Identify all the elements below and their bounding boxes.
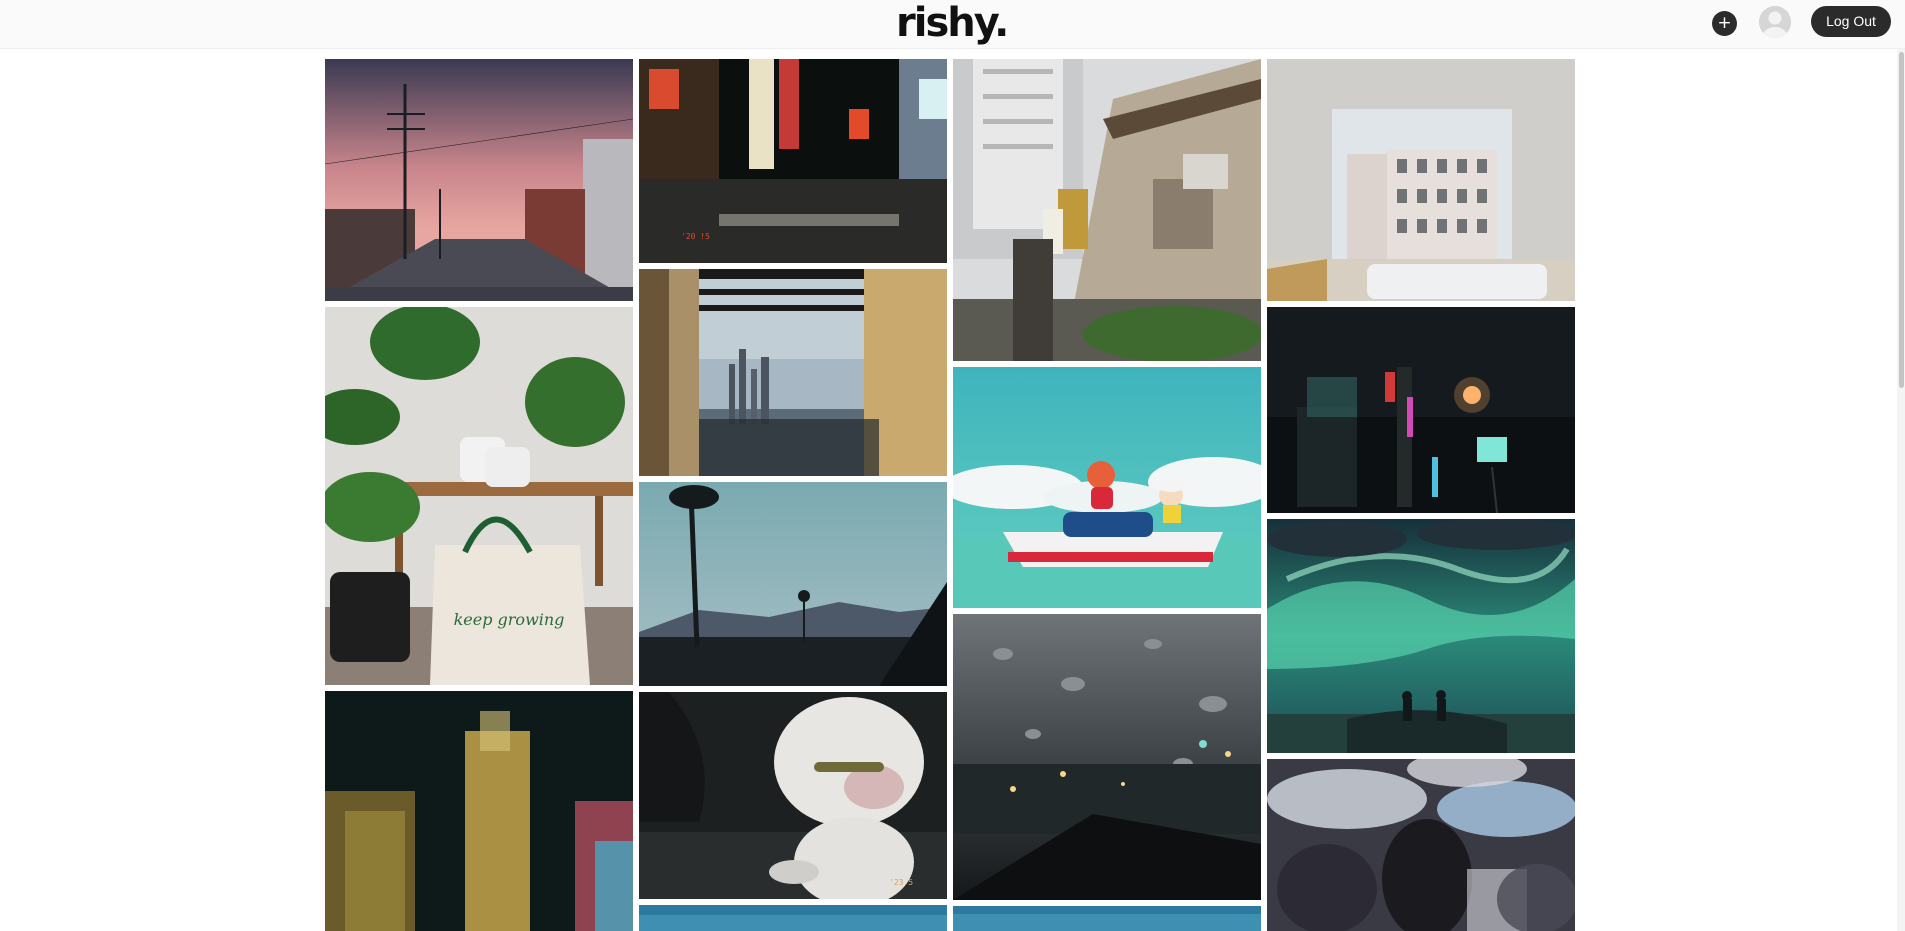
sunset-street-photo: [325, 59, 633, 301]
rain-window-city-photo: [953, 614, 1261, 900]
photo-tile[interactable]: [953, 614, 1261, 900]
photo-tile[interactable]: [1267, 759, 1575, 931]
photo-tile[interactable]: [1267, 519, 1575, 753]
photo-tile[interactable]: [325, 59, 633, 301]
tote-text: keep growing: [454, 610, 565, 629]
palm-tree-hills-photo: [639, 482, 947, 686]
photo-tile[interactable]: [953, 59, 1261, 361]
photo-tile[interactable]: '20 !5: [639, 59, 947, 263]
anime-aurora-photo: [1267, 519, 1575, 753]
blue-sky-photo: [953, 906, 1261, 931]
crowd-umbrellas-photo: [1267, 759, 1575, 931]
photo-tile[interactable]: [953, 367, 1261, 608]
photo-tile[interactable]: [639, 905, 947, 931]
user-avatar-icon: [1759, 6, 1791, 38]
tokyo-alley-photo: [953, 59, 1261, 361]
photo-tile[interactable]: [325, 691, 633, 931]
top-navigation-bar: rishy. + Log Out: [0, 0, 1905, 49]
photo-tile[interactable]: keep growing: [325, 307, 633, 685]
blue-sky-photo: [639, 905, 947, 931]
blurred-city-lights-photo: [325, 691, 633, 931]
photo-tile[interactable]: [1267, 307, 1575, 513]
app-logo[interactable]: rishy.: [896, 0, 1009, 46]
photo-tile[interactable]: [639, 482, 947, 686]
user-avatar-button[interactable]: [1759, 6, 1791, 38]
anime-boat-photo: [953, 367, 1261, 608]
photo-date-stamp: '23 5: [889, 878, 913, 887]
add-post-button[interactable]: +: [1712, 11, 1737, 36]
skyline-curtains-photo: [639, 269, 947, 476]
photo-date-stamp: '20 !5: [681, 232, 710, 241]
page-scrollbar-thumb[interactable]: [1899, 52, 1904, 388]
photo-tile[interactable]: [1267, 59, 1575, 301]
plus-icon: +: [1717, 13, 1732, 33]
log-out-button[interactable]: Log Out: [1811, 6, 1891, 37]
tokyo-night-neon-photo: [1267, 307, 1575, 513]
monstera-plants-photo: keep growing: [325, 307, 633, 685]
bulldog-photo: '23 5: [639, 692, 947, 899]
photo-tile[interactable]: [953, 906, 1261, 931]
window-building-view-photo: [1267, 59, 1575, 301]
photo-tile[interactable]: '23 5: [639, 692, 947, 899]
photo-tile[interactable]: [639, 269, 947, 476]
shibuya-crossing-photo: '20 !5: [639, 59, 947, 263]
